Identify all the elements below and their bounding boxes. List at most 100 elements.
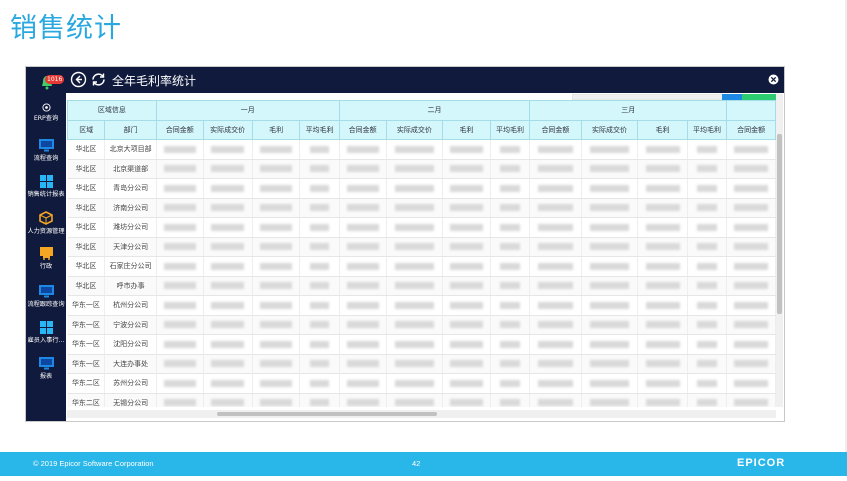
refresh-icon[interactable]: [90, 71, 107, 88]
redacted-value: [163, 145, 196, 153]
column-header[interactable]: 合同金额: [529, 119, 582, 140]
redacted-value-cell: [490, 393, 531, 407]
column-header[interactable]: 区域: [67, 119, 106, 140]
redacted-value: [500, 379, 520, 387]
redacted-value: [590, 301, 629, 309]
table-row[interactable]: 华东二区 苏州分公司: [67, 373, 776, 394]
region-cell: 华北区: [67, 198, 106, 218]
table-row[interactable]: 华东一区 宁波分公司: [67, 315, 776, 335]
redacted-value: [500, 262, 520, 270]
column-header[interactable]: 平均毛利: [299, 119, 340, 140]
redacted-value: [537, 204, 574, 212]
table-row[interactable]: 华北区 济南分公司: [67, 198, 776, 218]
redacted-value-cell: [339, 373, 387, 394]
sidebar-item-process-tracking[interactable]: 流程跟踪查询: [26, 285, 66, 308]
close-icon[interactable]: [768, 74, 779, 85]
redacted-value-cell: [726, 315, 776, 335]
epicor-logo: EPICOR: [737, 457, 786, 469]
redacted-value: [734, 282, 768, 290]
table-row[interactable]: 华北区 北京大项目部: [67, 139, 776, 160]
sidebar-item-label: 流程查询: [33, 155, 59, 162]
horizontal-scrollbar[interactable]: [67, 410, 776, 418]
sidebar-item-reports[interactable]: 报表: [26, 357, 66, 380]
redacted-value-cell: [529, 354, 582, 374]
table-row[interactable]: 华北区 青岛分公司: [67, 178, 776, 199]
redacted-value-cell: [156, 139, 204, 160]
redacted-value: [645, 340, 680, 348]
redacted-value: [259, 145, 293, 153]
table-row[interactable]: 华北区 北京渠道部: [67, 159, 776, 179]
column-header[interactable]: 部门: [104, 119, 157, 140]
redacted-value: [346, 165, 379, 173]
redacted-value-cell: [339, 276, 387, 296]
table-row[interactable]: 华北区 石家庄分公司: [67, 256, 776, 277]
redacted-value-cell: [156, 354, 204, 374]
redacted-value: [310, 204, 330, 212]
redacted-value: [450, 301, 483, 309]
table-row[interactable]: 华北区 呼市办事: [67, 276, 776, 296]
region-cell: 华北区: [67, 217, 106, 238]
table-row[interactable]: 华东一区 沈阳分公司: [67, 334, 776, 355]
redacted-value: [450, 184, 483, 192]
vertical-scroll-thumb[interactable]: [777, 134, 782, 314]
table-row[interactable]: 华东一区 杭州分公司: [67, 295, 776, 316]
redacted-value-cell: [252, 237, 301, 257]
sidebar-item-employee-onboarding[interactable]: 雇员入事行...: [26, 321, 66, 344]
redacted-value: [310, 379, 330, 387]
redacted-value-cell: [637, 393, 688, 407]
column-header[interactable]: 合同金额: [155, 119, 204, 140]
region-cell: 华东二区: [67, 373, 106, 394]
column-header[interactable]: 实际成交价: [580, 119, 639, 140]
horizontal-scroll-thumb[interactable]: [217, 412, 437, 416]
department-cell: 北京大项目部: [104, 139, 157, 160]
cube-icon: [39, 211, 53, 225]
redacted-value: [500, 301, 520, 309]
column-header[interactable]: 平均毛利: [489, 119, 531, 140]
column-header[interactable]: 平均毛利: [686, 119, 728, 140]
redacted-value: [163, 223, 196, 231]
department-cell: 大连办事处: [104, 354, 157, 374]
group-header-february: 二月: [338, 100, 531, 121]
column-header[interactable]: 毛利: [442, 119, 491, 140]
redacted-value-cell: [386, 139, 444, 160]
column-header[interactable]: 毛利: [251, 119, 301, 140]
redacted-value-cell: [252, 373, 301, 394]
redacted-value-cell: [442, 334, 491, 355]
redacted-value-cell: [529, 256, 582, 277]
column-header[interactable]: 合同金额: [726, 119, 776, 140]
redacted-value: [645, 321, 680, 329]
column-header[interactable]: 实际成交价: [385, 119, 444, 140]
redacted-value-cell: [339, 256, 387, 277]
sidebar-item-admin[interactable]: 行政: [26, 247, 66, 270]
vertical-scrollbar[interactable]: [776, 94, 783, 407]
column-header[interactable]: 实际成交价: [202, 119, 253, 140]
sidebar-item-hr[interactable]: 人力资源管理: [26, 211, 66, 235]
redacted-value: [310, 301, 330, 309]
table-row[interactable]: 华东二区 无锡分公司: [67, 393, 776, 407]
table-row[interactable]: 华东一区 大连办事处: [67, 354, 776, 374]
redacted-value: [310, 223, 330, 231]
redacted-value-cell: [156, 178, 204, 199]
sidebar-item-process-query[interactable]: 流程查询: [26, 139, 66, 162]
redacted-value-cell: [529, 159, 582, 179]
redacted-value-cell: [203, 373, 253, 394]
redacted-value: [500, 321, 520, 329]
column-header[interactable]: 毛利: [637, 119, 688, 140]
redacted-value: [210, 223, 245, 231]
redacted-value-cell: [299, 373, 340, 394]
region-cell: 华北区: [67, 139, 106, 160]
redacted-value-cell: [490, 237, 531, 257]
sidebar-item-erp-query[interactable]: ERP查询: [26, 103, 66, 122]
redacted-value: [163, 165, 196, 173]
redacted-value-cell: [490, 159, 531, 179]
sidebar-item-sales-report[interactable]: 销售统计报表: [26, 175, 66, 198]
redacted-value: [450, 145, 483, 153]
redacted-value-cell: [203, 237, 253, 257]
redacted-value-cell: [529, 276, 582, 296]
table-row[interactable]: 华北区 潍坊分公司: [67, 217, 776, 238]
redacted-value: [259, 204, 293, 212]
back-arrow-icon[interactable]: [70, 71, 87, 88]
table-row[interactable]: 华北区 天津分公司: [67, 237, 776, 257]
redacted-value-cell: [687, 295, 728, 316]
column-header[interactable]: 合同金额: [338, 119, 387, 140]
